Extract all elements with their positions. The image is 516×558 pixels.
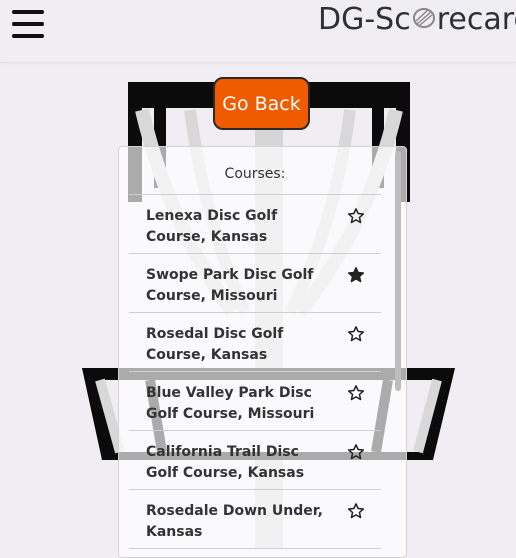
header-bar: DG-Sc recard [0, 0, 516, 63]
app-logo[interactable]: DG-Sc recard [318, 0, 516, 40]
course-item[interactable]: Blue Valley Park Disc Golf Course, Misso… [129, 372, 381, 431]
star-outline-icon[interactable] [347, 443, 365, 461]
courses-heading: Courses: [129, 147, 381, 195]
scrollbar[interactable] [395, 151, 401, 391]
star-outline-icon[interactable] [347, 325, 365, 343]
course-name: California Trail Disc Golf Course, Kansa… [146, 444, 305, 481]
course-item[interactable]: Lenexa Disc Golf Course, Kansas [129, 195, 381, 254]
course-item[interactable]: Rosedal Disc Golf Course, Kansas [129, 313, 381, 372]
star-outline-icon[interactable] [347, 502, 365, 520]
logo-text-right: recard [436, 2, 516, 37]
courses-panel[interactable]: Courses: Lenexa Disc Golf Course, Kansas… [118, 146, 407, 558]
course-name: Rosedal Disc Golf Course, Kansas [146, 326, 284, 363]
course-name: Rosedale Down Under, Kansas [146, 503, 323, 540]
courses-list: Courses: Lenexa Disc Golf Course, Kansas… [129, 147, 381, 549]
go-back-button[interactable]: Go Back [213, 77, 310, 130]
course-item[interactable]: California Trail Disc Golf Course, Kansa… [129, 431, 381, 490]
course-name: Swope Park Disc Golf Course, Missouri [146, 267, 314, 304]
star-filled-icon[interactable] [347, 266, 365, 284]
logo-text-left: DG-Sc [318, 2, 411, 37]
course-name: Blue Valley Park Disc Golf Course, Misso… [146, 385, 315, 422]
star-outline-icon[interactable] [347, 207, 365, 225]
disc-icon [412, 1, 436, 41]
menu-icon[interactable] [12, 10, 44, 38]
star-outline-icon[interactable] [347, 384, 365, 402]
course-item[interactable]: Rosedale Down Under, Kansas [129, 490, 381, 549]
course-name: Lenexa Disc Golf Course, Kansas [146, 208, 278, 245]
course-item[interactable]: Swope Park Disc Golf Course, Missouri [129, 254, 381, 313]
